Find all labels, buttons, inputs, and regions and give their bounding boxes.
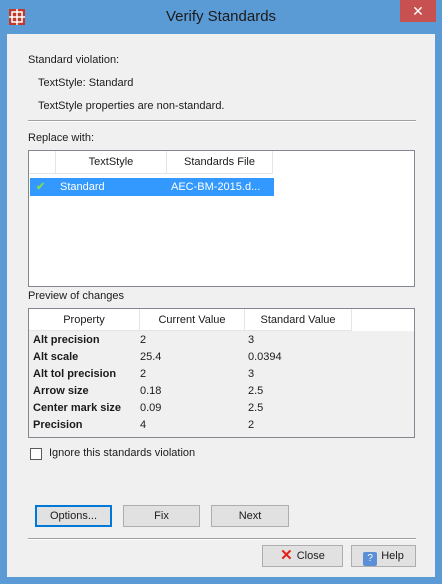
property-name: Alt tol precision [33, 368, 117, 380]
current-value: 0.18 [140, 385, 162, 397]
help-icon: ? [363, 552, 378, 566]
check-icon: ✔ [36, 181, 46, 193]
standard-value: 2.5 [248, 402, 264, 414]
replace-label: Replace with: [28, 132, 95, 144]
column-header-standards-file[interactable]: Standards File [167, 151, 273, 174]
standard-value: 3 [248, 334, 255, 346]
help-button[interactable]: ? Help [351, 545, 416, 567]
current-value: 25.4 [140, 351, 162, 363]
dialog-body [7, 34, 435, 577]
help-button-label: Help [381, 550, 404, 562]
column-header-textstyle[interactable]: TextStyle [56, 151, 167, 174]
replace-list[interactable]: TextStyle Standards File ✔ Standard AEC-… [28, 150, 415, 287]
preview-row: Precision 4 2 [29, 417, 414, 434]
property-name: Alt scale [33, 351, 79, 363]
divider-highlight [28, 539, 416, 540]
standard-value: 2.5 [248, 385, 264, 397]
column-header-property[interactable]: Property [29, 309, 140, 331]
ignore-violation-checkbox[interactable] [30, 448, 42, 460]
check-column-header[interactable] [29, 151, 56, 174]
violation-heading: Standard violation: [28, 54, 120, 66]
property-name: Precision [33, 419, 83, 431]
dialog-window: Verify Standards ✕ Standard violation: T… [0, 0, 442, 584]
window-close-button[interactable]: ✕ [400, 0, 436, 22]
standard-value: 3 [248, 368, 255, 380]
preview-table[interactable]: Property Current Value Standard Value Al… [28, 308, 415, 438]
column-header-standard-value[interactable]: Standard Value [245, 309, 352, 331]
violation-message: TextStyle properties are non-standard. [38, 100, 225, 112]
standard-value: 2 [248, 419, 255, 431]
replace-list-row[interactable]: ✔ Standard AEC-BM-2015.d... [30, 178, 274, 196]
current-value: 0.09 [140, 402, 162, 414]
preview-row: Arrow size 0.18 2.5 [29, 383, 414, 400]
close-button-label: Close [296, 550, 325, 562]
current-value: 2 [140, 334, 147, 346]
ignore-violation-label[interactable]: Ignore this standards violation [49, 447, 195, 459]
close-button[interactable]: ✕ Close [262, 545, 343, 567]
window-title: Verify Standards [165, 8, 277, 25]
property-name: Arrow size [33, 385, 89, 397]
replace-list-header: TextStyle Standards File [29, 151, 414, 175]
property-name: Center mark size [33, 402, 122, 414]
row-standards-file: AEC-BM-2015.d... [171, 181, 261, 193]
options-button[interactable]: Options... [35, 505, 112, 527]
row-textstyle-name: Standard [60, 181, 105, 193]
fix-button[interactable]: Fix [123, 505, 200, 527]
preview-row: Center mark size 0.09 2.5 [29, 400, 414, 417]
divider-highlight [28, 121, 416, 122]
standard-value: 0.0394 [248, 351, 282, 363]
preview-row: Alt tol precision 2 3 [29, 366, 414, 383]
preview-row: Alt precision 2 3 [29, 332, 414, 349]
violation-object: TextStyle: Standard [38, 77, 134, 89]
preview-row: Alt scale 25.4 0.0394 [29, 349, 414, 366]
current-value: 4 [140, 419, 147, 431]
close-icon: ✕ [412, 3, 424, 19]
next-button[interactable]: Next [211, 505, 289, 527]
property-name: Alt precision [33, 334, 100, 346]
preview-label: Preview of changes [28, 290, 124, 302]
close-x-icon: ✕ [280, 547, 293, 564]
current-value: 2 [140, 368, 147, 380]
column-header-current-value[interactable]: Current Value [140, 309, 245, 331]
preview-header: Property Current Value Standard Value [29, 309, 414, 331]
title-bar[interactable]: Verify Standards ✕ [0, 0, 442, 34]
